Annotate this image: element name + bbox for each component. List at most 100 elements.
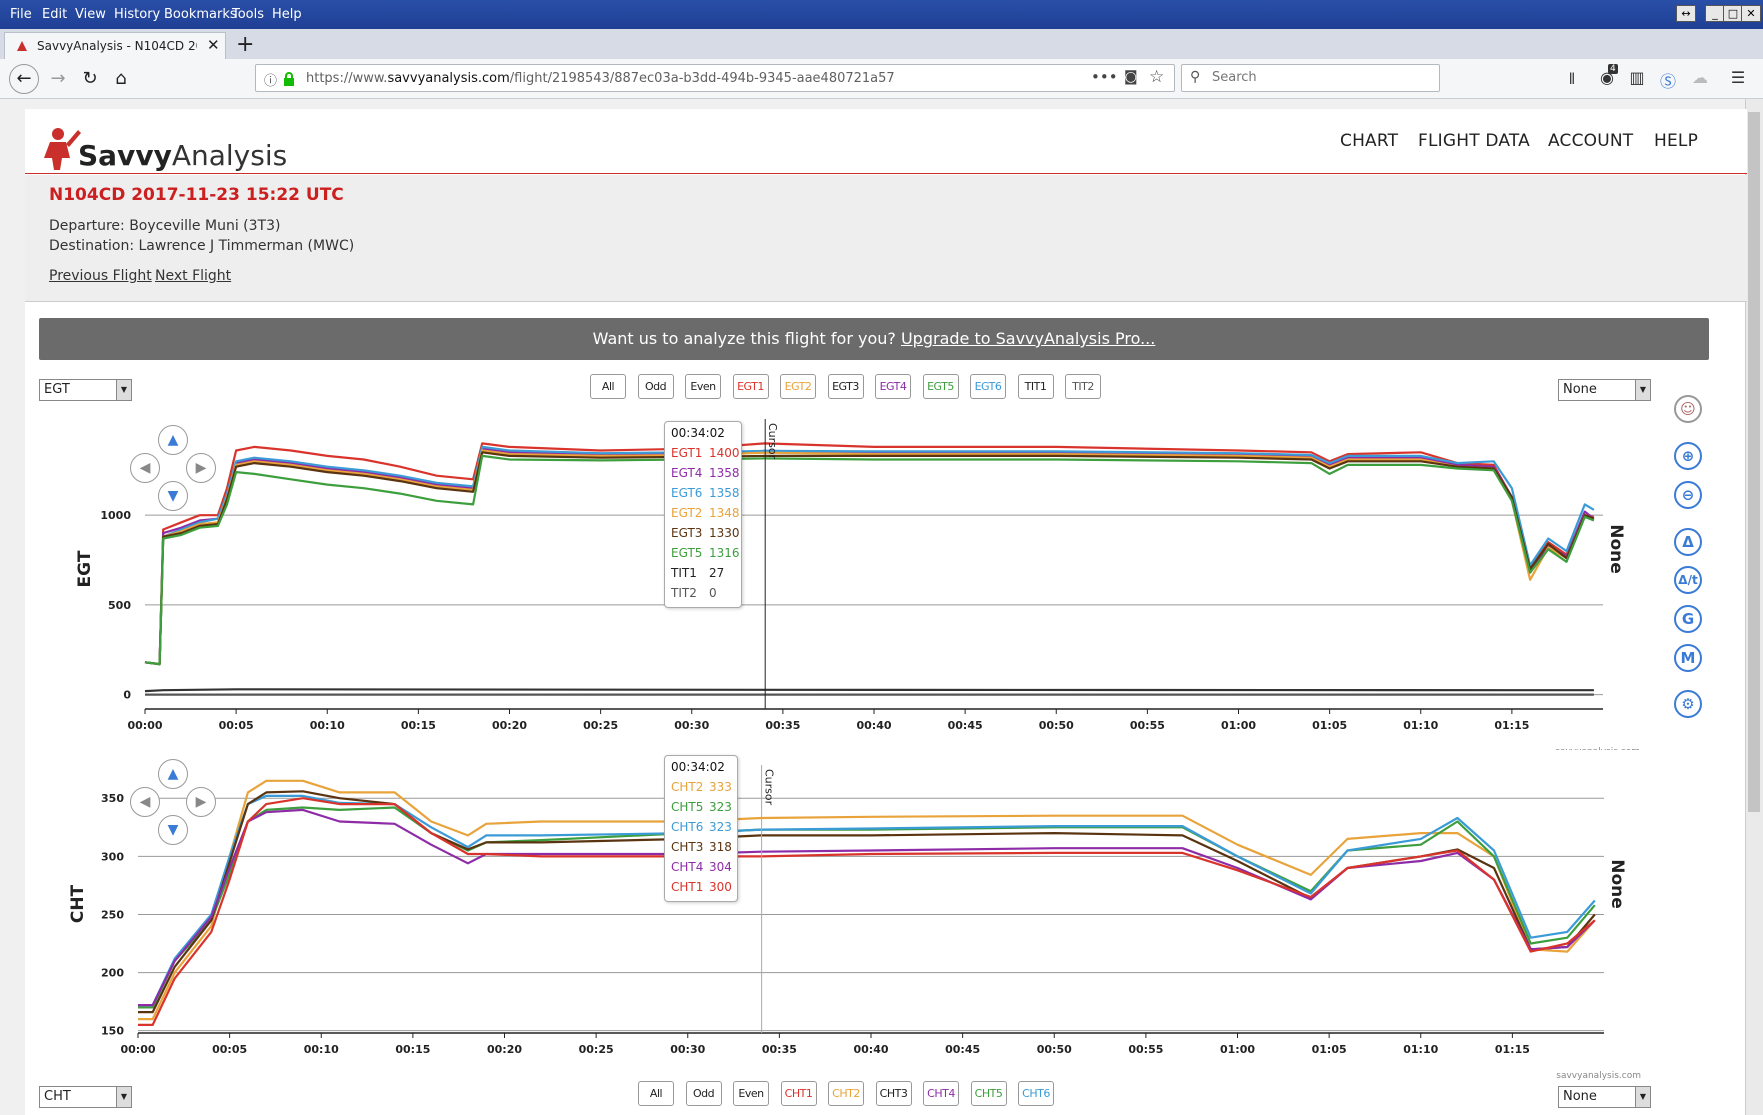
menu-bookmarks[interactable]: Bookmarks <box>164 7 237 22</box>
minimize-icon[interactable]: _ <box>1705 5 1725 22</box>
toggle-cht3-button[interactable]: CHT3 <box>875 1081 912 1106</box>
cht-chart[interactable]: 150 200 250 300 350 00:00 00:05 00:10 00:15 00:20… <box>0 750 1763 1080</box>
cht-right-select[interactable]: None ▼ <box>1558 1086 1651 1108</box>
hamburger-menu-icon[interactable]: ☰ <box>1728 68 1748 88</box>
search-bar[interactable]: ⚲ <box>1181 64 1440 92</box>
menu-file[interactable]: File <box>10 7 32 22</box>
toggle-egt2-button[interactable]: EGT2 <box>780 374 816 399</box>
pan-right-icon[interactable]: ▶ <box>186 453 216 483</box>
site-logo[interactable]: SavvyAnalysis <box>78 139 287 172</box>
toggle-odd-button[interactable]: Odd <box>685 1081 722 1106</box>
toggle-tit1-button[interactable]: TIT1 <box>1017 374 1054 399</box>
tooltip-row: TIT1 27 <box>671 563 735 583</box>
menu-view[interactable]: View <box>75 7 106 22</box>
toggle-all-button[interactable]: All <box>638 1081 674 1106</box>
y-tick-label: 500 <box>108 599 131 612</box>
series-line-cht3[interactable] <box>138 790 1596 1014</box>
toggle-cht4-button[interactable]: CHT4 <box>923 1081 959 1106</box>
nav-flight-data[interactable]: FLIGHT DATA <box>1418 131 1530 151</box>
search-input[interactable] <box>1212 70 1412 85</box>
cht-cursor-tooltip: 00:34:02 CHT2 333 CHT5 323 CHT6 323 CHT3 318 CHT… <box>664 755 738 902</box>
previous-flight-link[interactable]: Previous Flight <box>49 268 152 284</box>
series-line-cht4[interactable] <box>138 808 1596 1007</box>
series-line-egt2[interactable] <box>144 449 1595 666</box>
departure-text: Departure: Boyceville Muni (3T3) <box>49 218 281 234</box>
series-line-tit1[interactable] <box>144 688 1594 693</box>
series-line-cht1[interactable] <box>138 797 1596 1026</box>
toggle-egt5-button[interactable]: EGT5 <box>922 374 959 399</box>
toggle-even-button[interactable]: Even <box>685 374 721 399</box>
menu-help[interactable]: Help <box>272 7 302 22</box>
x-tick-label: 01:00 <box>1221 719 1256 732</box>
series-line-cht2[interactable] <box>138 779 1596 1021</box>
toggle-egt6-button[interactable]: EGT6 <box>970 374 1006 399</box>
pan-up-icon[interactable]: ▲ <box>158 759 188 789</box>
new-tab-icon[interactable]: + <box>236 32 254 57</box>
toggle-all-button[interactable]: All <box>590 374 626 399</box>
sidebar-icon[interactable]: ▥ <box>1627 68 1647 88</box>
forward-icon[interactable]: → <box>44 65 72 93</box>
tooltip-series-name: EGT4 <box>671 466 703 480</box>
pan-up-icon[interactable]: ▲ <box>158 425 188 455</box>
extension-cloud-icon[interactable]: ☁ <box>1690 68 1710 88</box>
series-line-egt3[interactable] <box>144 451 1595 666</box>
url-bar[interactable]: ⓘ https://www.savvyanalysis.com/flight/2… <box>255 64 1175 92</box>
tooltip-series-name: CHT4 <box>671 860 704 874</box>
library-icon[interactable]: 𝍪 <box>1562 68 1582 88</box>
menu-edit[interactable]: Edit <box>42 7 67 22</box>
home-icon[interactable]: ⌂ <box>107 65 135 93</box>
toggle-cht5-button[interactable]: CHT5 <box>970 1081 1007 1106</box>
toggle-tit2-button[interactable]: TIT2 <box>1065 374 1101 399</box>
restore-size-icon[interactable]: ↔ <box>1676 5 1696 22</box>
toggle-odd-button[interactable]: Odd <box>637 374 674 399</box>
url-text: https://www.savvyanalysis.com/flight/219… <box>306 71 895 86</box>
tooltip-row: EGT6 1358 <box>671 483 740 503</box>
upgrade-link[interactable]: Upgrade to SavvyAnalysis Pro... <box>901 329 1155 348</box>
x-tick-label: 00:35 <box>762 1043 797 1056</box>
toggle-egt3-button[interactable]: EGT3 <box>827 374 864 399</box>
close-window-icon[interactable]: ✕ <box>1741 5 1761 22</box>
bookmark-star-icon[interactable]: ☆ <box>1149 67 1164 87</box>
tooltip-series-name: EGT5 <box>671 546 703 560</box>
toggle-egt1-button[interactable]: EGT1 <box>732 374 769 399</box>
nav-help[interactable]: HELP <box>1654 131 1698 151</box>
close-tab-icon[interactable]: ✕ <box>207 36 220 54</box>
toggle-cht1-button[interactable]: CHT1 <box>780 1081 817 1106</box>
toggle-cht2-button[interactable]: CHT2 <box>828 1081 864 1106</box>
tooltip-series-name: CHT3 <box>671 840 704 854</box>
url-domain: savvyanalysis.com <box>387 71 510 86</box>
next-flight-link[interactable]: Next Flight <box>155 268 231 284</box>
x-tick-label: 01:05 <box>1312 719 1347 732</box>
menu-history[interactable]: History <box>114 7 160 22</box>
pan-left-icon[interactable]: ◀ <box>130 787 160 817</box>
reload-icon[interactable]: ↻ <box>76 65 104 93</box>
nav-chart[interactable]: CHART <box>1340 131 1398 151</box>
series-line-egt5[interactable] <box>144 454 1595 666</box>
page-actions-icon[interactable]: ••• <box>1091 68 1118 86</box>
toggle-egt4-button[interactable]: EGT4 <box>875 374 911 399</box>
egt-series-select[interactable]: EGT ▼ <box>39 379 132 401</box>
cht-series-select[interactable]: CHT ▼ <box>39 1086 132 1108</box>
egt-chart[interactable]: 0500100000:00 00:05 00:10 00:15 00:20 00:25 00… <box>0 410 1763 750</box>
toggle-cht6-button[interactable]: CHT6 <box>1018 1081 1054 1106</box>
nav-account[interactable]: ACCOUNT <box>1548 131 1633 151</box>
pocket-icon[interactable]: ◙ <box>1124 69 1138 85</box>
series-line-cht6[interactable] <box>138 794 1596 1007</box>
maximize-icon[interactable]: □ <box>1723 5 1743 22</box>
back-icon[interactable]: ← <box>9 64 39 94</box>
egt-right-select[interactable]: None ▼ <box>1558 379 1651 401</box>
browser-tab[interactable]: SavvyAnalysis - N104CD 2017-11- ✕ <box>4 32 226 59</box>
series-line-egt6[interactable] <box>144 445 1595 666</box>
extension-s-icon[interactable]: Ⓢ <box>1658 68 1678 91</box>
menu-tools[interactable]: Tools <box>232 7 264 22</box>
series-line-egt4[interactable] <box>144 447 1595 666</box>
pan-left-icon[interactable]: ◀ <box>130 453 160 483</box>
savvy-favicon-icon <box>17 41 27 51</box>
savvy-logo-icon[interactable] <box>38 124 82 172</box>
pan-down-icon[interactable]: ▼ <box>158 481 188 511</box>
toggle-even-button[interactable]: Even <box>733 1081 769 1106</box>
pan-down-icon[interactable]: ▼ <box>158 815 188 845</box>
info-icon[interactable]: ⓘ <box>264 70 277 89</box>
tooltip-time: 00:34:02 <box>671 760 725 774</box>
pan-right-icon[interactable]: ▶ <box>186 787 216 817</box>
